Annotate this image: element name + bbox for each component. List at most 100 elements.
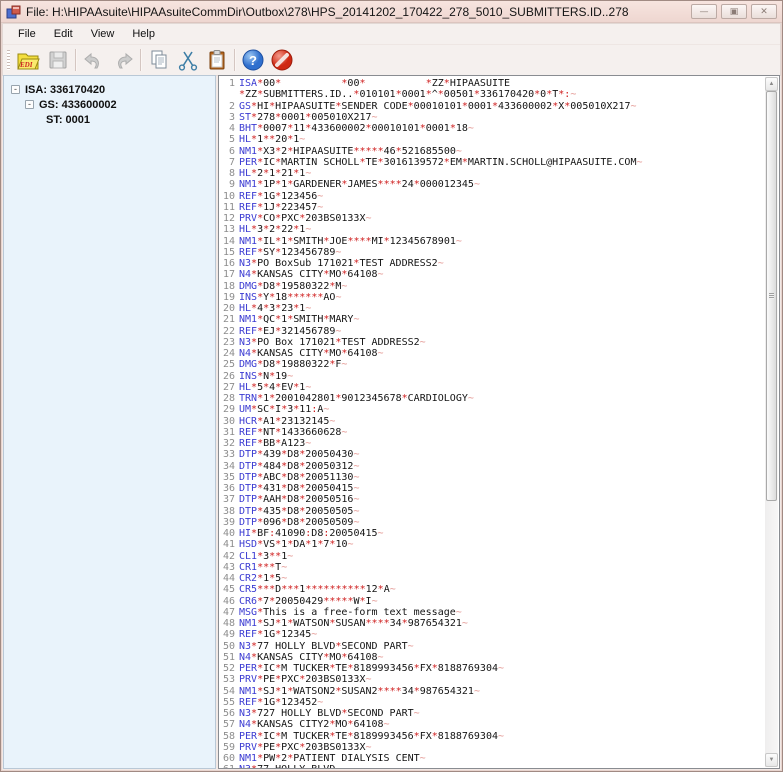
paste-button[interactable] — [202, 47, 231, 74]
line-number: 21 — [222, 314, 235, 325]
main-area: -ISA: 336170420-GS: 433600002ST: 0001 1I… — [3, 75, 780, 769]
edi-line: 1ISA*00* *00* *ZZ*HIPAASUITE — [222, 78, 763, 89]
line-number: 42 — [222, 551, 235, 562]
menu-edit[interactable]: Edit — [45, 25, 82, 43]
collapse-expander-icon[interactable]: - — [25, 100, 34, 109]
edi-line: 46CR6*7*20050429*****W*I~ — [222, 596, 763, 607]
line-number: 55 — [222, 697, 235, 708]
menu-toolbar-chrome: FileEditViewHelp EDI? — [2, 23, 781, 76]
help-icon: ? — [241, 48, 265, 72]
edi-line: 36DTP*431*D8*20050415~ — [222, 483, 763, 494]
line-number: 44 — [222, 573, 235, 584]
line-number: 59 — [222, 742, 235, 753]
svg-text:?: ? — [249, 53, 257, 68]
line-text: REF*NT*1433660628~ — [239, 427, 347, 438]
edi-line: 51N4*KANSAS CITY*MO*64108~ — [222, 652, 763, 663]
line-text: HL*1**20*1~ — [239, 134, 305, 145]
line-text: HL*2*1*21*1~ — [239, 168, 311, 179]
line-text: PER*IC*MARTIN SCHOLL*TE*3016139572*EM*MA… — [239, 157, 643, 168]
line-number: 35 — [222, 472, 235, 483]
line-text: DTP*ABC*D8*20051130~ — [239, 472, 359, 483]
menu-bar: FileEditViewHelp — [3, 24, 780, 44]
edi-line: 24N4*KANSAS CITY*MO*64108~ — [222, 348, 763, 359]
line-text: ST*278*0001*005010X217~ — [239, 112, 378, 123]
scrollbar-thumb[interactable] — [766, 91, 777, 501]
save-button — [43, 47, 72, 74]
save-floppy-icon — [47, 49, 69, 71]
app-icon — [6, 5, 21, 19]
line-text: MSG*This is a free-form text message~ — [239, 607, 462, 618]
title-bar[interactable]: File: H:\HIPAAsuite\HIPAAsuiteCommDir\Ou… — [1, 1, 782, 23]
line-text: REF*SY*123456789~ — [239, 247, 341, 258]
edi-line: 27HL*5*4*EV*1~ — [222, 382, 763, 393]
maximize-button[interactable]: ▣ — [721, 4, 747, 19]
edi-line: 42 CL1*3**1~ — [222, 551, 763, 562]
edi-line: 43CR1***T~ — [222, 562, 763, 573]
cut-button[interactable] — [173, 47, 202, 74]
edi-line: *ZZ*SUBMITTERS.ID..*010101*0001*^*00501*… — [222, 89, 763, 100]
scroll-up-arrow-icon[interactable]: ▲ — [765, 77, 778, 91]
line-number: 8 — [222, 168, 235, 179]
tree-item-gs[interactable]: -GS: 433600002 — [4, 97, 215, 112]
help-button[interactable]: ? — [238, 47, 267, 74]
edi-text-editor[interactable]: 1ISA*00* *00* *ZZ*HIPAASUITE*ZZ*SUBMITTE… — [218, 75, 780, 769]
copy-button[interactable] — [144, 47, 173, 74]
line-text: CL1*3**1~ — [239, 551, 293, 562]
line-number: 10 — [222, 191, 235, 202]
line-number: 61 — [222, 764, 235, 768]
edi-line: 34DTP*484*D8*20050312~ — [222, 461, 763, 472]
edi-line: 44CR2*1*5~ — [222, 573, 763, 584]
edi-line: 8 HL*2*1*21*1~ — [222, 168, 763, 179]
line-text: REF*1G*123456~ — [239, 191, 323, 202]
app-window: File: H:\HIPAAsuite\HIPAAsuiteCommDir\Ou… — [0, 0, 783, 772]
line-number: 3 — [222, 112, 235, 123]
line-text: HL*3*2*22*1~ — [239, 224, 311, 235]
line-number: 33 — [222, 449, 235, 460]
line-text: NM1*SJ*1*WATSON2*SUSAN2****34*987654321~ — [239, 686, 480, 697]
edi-structure-tree[interactable]: -ISA: 336170420-GS: 433600002ST: 0001 — [3, 75, 216, 769]
line-text: DTP*484*D8*20050312~ — [239, 461, 359, 472]
line-text: REF*1G*12345~ — [239, 629, 317, 640]
line-number: 49 — [222, 629, 235, 640]
minimize-button[interactable]: — — [691, 4, 717, 19]
close-button[interactable]: ✕ — [751, 4, 777, 19]
line-text: DTP*435*D8*20050505~ — [239, 506, 359, 517]
line-text: N4*KANSAS CITY*MO*64108~ — [239, 348, 384, 359]
line-text: REF*1G*123452~ — [239, 697, 323, 708]
toolbar-separator — [140, 49, 141, 71]
stop-button[interactable] — [267, 47, 296, 74]
line-number: 41 — [222, 539, 235, 550]
clipboard-icon — [206, 49, 228, 71]
line-number — [222, 89, 235, 100]
edi-line: 20HL*4*3*23*1~ — [222, 303, 763, 314]
minimize-icon: — — [700, 7, 709, 17]
edi-line: 41HSD*VS*1*DA*1*7*10~ — [222, 539, 763, 550]
tree-item-st[interactable]: ST: 0001 — [4, 112, 215, 127]
line-text: NM1*QC*1*SMITH*MARY~ — [239, 314, 360, 325]
svg-text:EDI: EDI — [19, 61, 33, 69]
scroll-down-arrow-icon[interactable]: ▼ — [765, 753, 778, 767]
edi-line: 30 HCR*A1*23132145~ — [222, 416, 763, 427]
menu-file[interactable]: File — [9, 25, 45, 43]
line-text: NM1*PW*2*PATIENT DIALYSIS CENT~ — [239, 753, 426, 764]
menu-view[interactable]: View — [82, 25, 124, 43]
menu-help[interactable]: Help — [123, 25, 164, 43]
collapse-expander-icon[interactable]: - — [11, 85, 20, 94]
edi-line: 23N3*PO Box 171021*TEST ADDRESS2~ — [222, 337, 763, 348]
line-text: BHT*0007*11*433600002*00010101*0001*18~ — [239, 123, 474, 134]
line-text: PRV*PE*PXC*203BS0133X~ — [239, 742, 372, 753]
edi-line: 55 REF*1G*123452~ — [222, 697, 763, 708]
vertical-scrollbar[interactable]: ▲ ▼ — [765, 77, 778, 767]
line-text: CR6*7*20050429*****W*I~ — [239, 596, 378, 607]
line-number: 30 — [222, 416, 235, 427]
line-number: 54 — [222, 686, 235, 697]
undo-button — [79, 47, 108, 74]
line-number: 31 — [222, 427, 235, 438]
toolbar-grip-handle[interactable] — [7, 50, 10, 70]
tree-item-isa[interactable]: -ISA: 336170420 — [4, 82, 215, 97]
line-text: DMG*D8*19580322*M~ — [239, 281, 347, 292]
line-number: 2 — [222, 101, 235, 112]
edi-line: 59 PRV*PE*PXC*203BS0133X~ — [222, 742, 763, 753]
line-text: HCR*A1*23132145~ — [239, 416, 335, 427]
open-edi-file-button[interactable]: EDI — [14, 47, 43, 74]
